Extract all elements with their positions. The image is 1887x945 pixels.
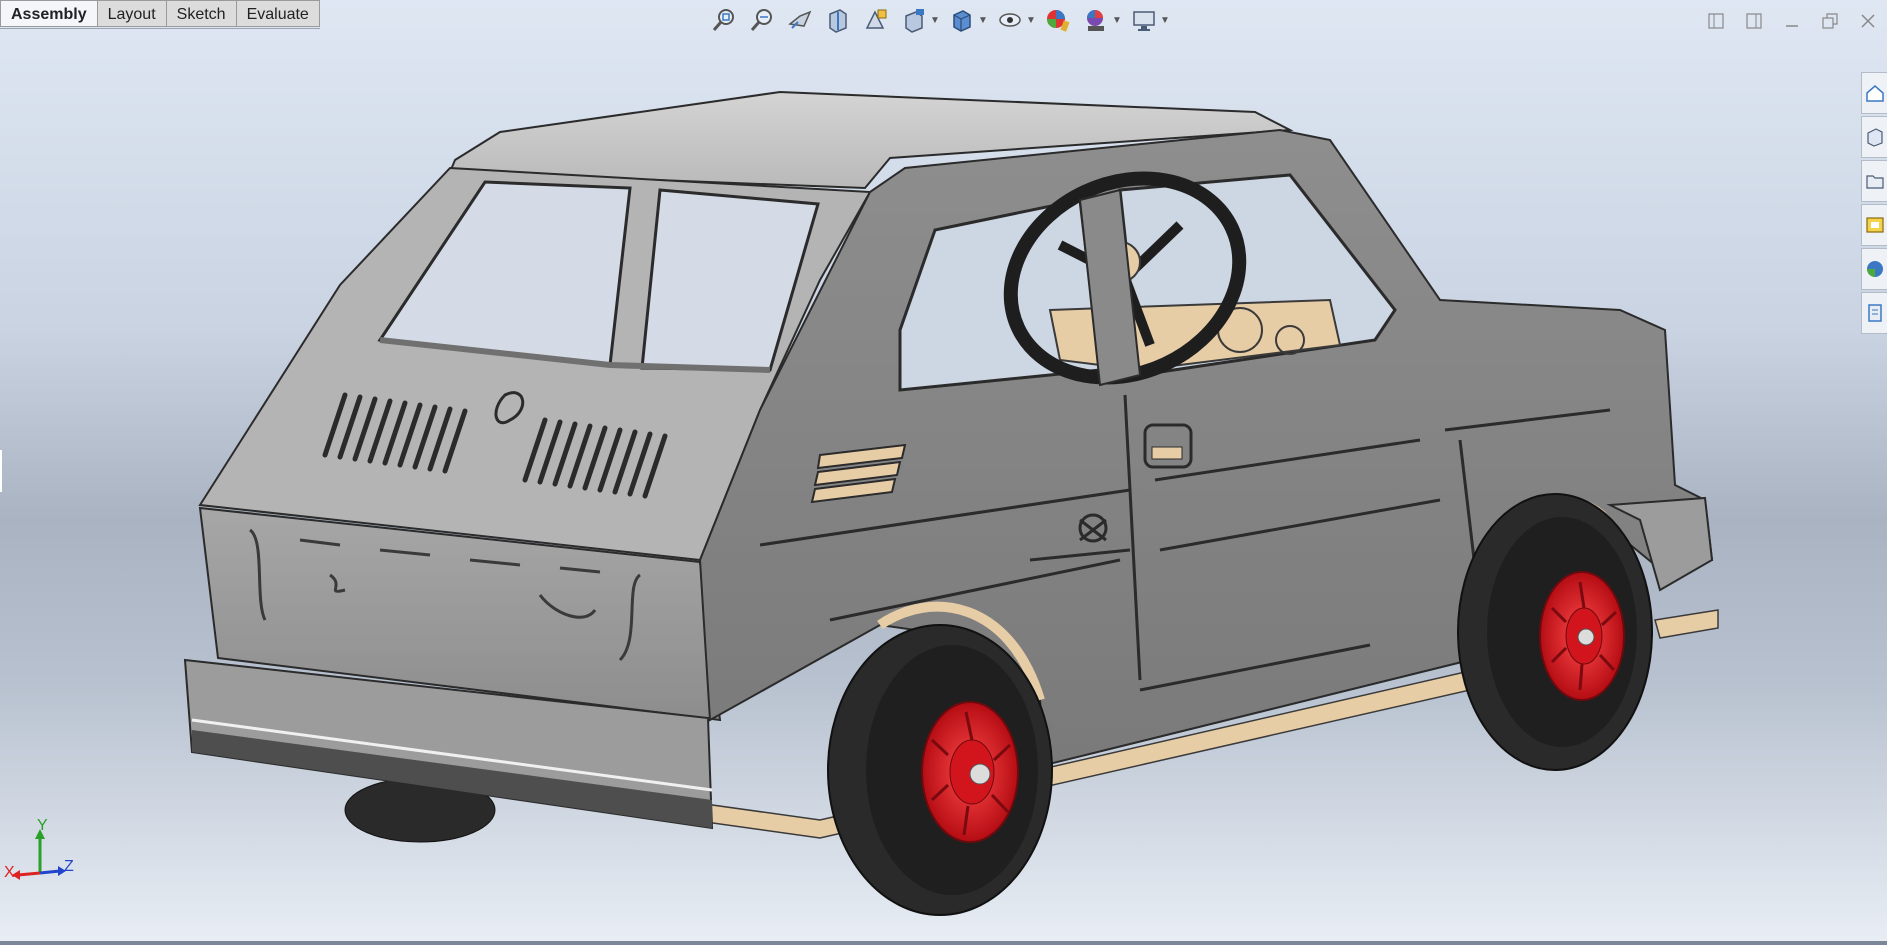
car-body bbox=[183, 90, 1719, 916]
triad-x-label: X bbox=[4, 864, 15, 881]
triad-z-label: Z bbox=[64, 858, 74, 875]
wood-front-plate bbox=[1654, 609, 1719, 639]
status-separator bbox=[0, 941, 1887, 945]
graphics-area[interactable]: Y X Z bbox=[0, 0, 1887, 945]
triad-y-label: Y bbox=[37, 817, 48, 834]
orientation-triad: Y X Z bbox=[4, 817, 74, 881]
rear-right-wheel bbox=[827, 624, 1053, 916]
front-right-wheel bbox=[1457, 493, 1653, 771]
